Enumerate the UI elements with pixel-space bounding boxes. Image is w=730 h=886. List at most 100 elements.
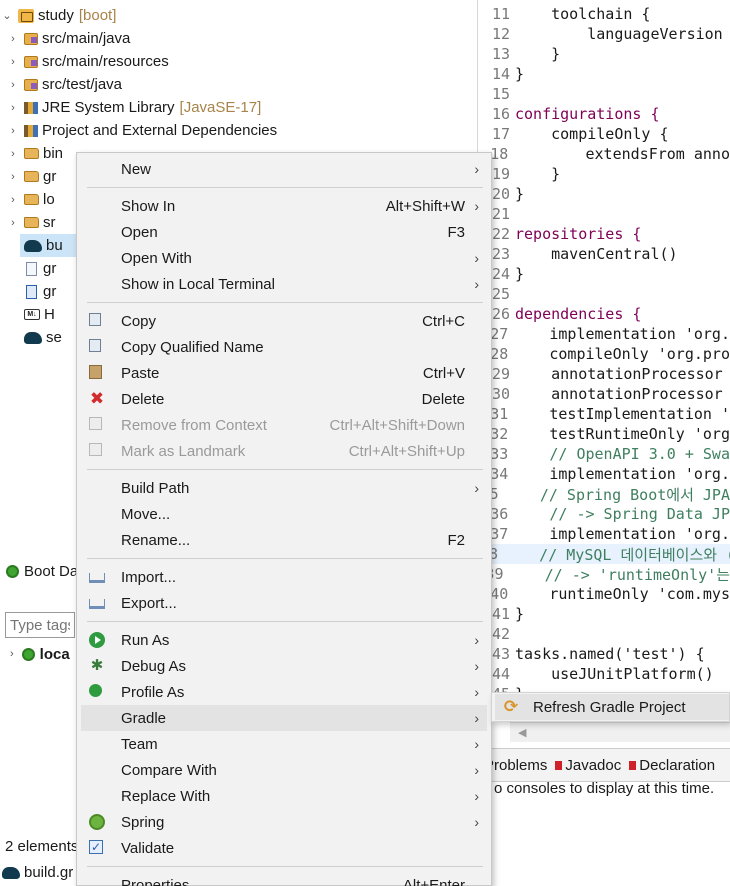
code-text: tasks.named('test') {: [515, 645, 705, 663]
menu-item-delete[interactable]: ✖ Delete Delete: [81, 386, 487, 412]
tree-item-build-gradle[interactable]: bu: [20, 234, 80, 257]
menu-item-replace-with[interactable]: Replace With ›: [81, 783, 487, 809]
menu-item-gradle[interactable]: Gradle ›: [81, 705, 487, 731]
code-line[interactable]: 24}: [480, 264, 730, 284]
code-line[interactable]: 32 testRuntimeOnly 'org: [480, 424, 730, 444]
code-line[interactable]: 18 extendsFrom anno: [480, 144, 730, 164]
code-line[interactable]: 15: [480, 84, 730, 104]
code-line[interactable]: 43 tasks.named('test') {: [480, 644, 730, 664]
code-line[interactable]: 20}: [480, 184, 730, 204]
tree-item-src[interactable]: › sr: [6, 211, 55, 234]
code-line[interactable]: 25: [480, 284, 730, 304]
chevron-right-icon[interactable]: ›: [6, 56, 20, 68]
tree-item-bin[interactable]: › bin: [6, 142, 63, 165]
menu-item-label: Build Path: [121, 479, 190, 497]
code-line[interactable]: 36 // -> Spring Data JP: [480, 504, 730, 524]
code-line[interactable]: 16 configurations {: [480, 104, 730, 124]
code-line[interactable]: 30 annotationProcessor: [480, 384, 730, 404]
menu-item-copy[interactable]: Copy Ctrl+C: [81, 308, 487, 334]
menu-item-compare-with[interactable]: Compare With ›: [81, 757, 487, 783]
code-line[interactable]: 37 implementation 'org.: [480, 524, 730, 544]
chevron-right-icon[interactable]: ›: [6, 194, 20, 206]
code-line[interactable]: 22 repositories {: [480, 224, 730, 244]
menu-item-copy-qualified-name[interactable]: Copy Qualified Name: [81, 334, 487, 360]
tree-item-gradle[interactable]: › gr: [6, 165, 56, 188]
chevron-right-icon[interactable]: ›: [6, 125, 20, 137]
menu-item-refresh-gradle-project[interactable]: ⟳ Refresh Gradle Project: [495, 694, 729, 720]
tree-item-src-main-resources[interactable]: › src/main/resources: [6, 50, 169, 73]
chevron-right-icon[interactable]: ›: [6, 33, 20, 45]
code-line[interactable]: 42: [480, 624, 730, 644]
chevron-right-icon[interactable]: ›: [6, 148, 20, 160]
tab-javadoc[interactable]: Javadoc: [555, 757, 621, 774]
tree-item-gradlew-bat[interactable]: gr: [20, 280, 56, 303]
tree-item-src-test-java[interactable]: › src/test/java: [6, 73, 122, 96]
boot-dashboard-local-node[interactable]: › loca: [10, 642, 70, 666]
code-line[interactable]: 34 implementation 'org.: [480, 464, 730, 484]
menu-item-properties[interactable]: Properties Alt+Enter: [81, 872, 487, 886]
code-line[interactable]: 35 // Spring Boot에서 JPA: [480, 484, 730, 504]
code-line[interactable]: 19 }: [480, 164, 730, 184]
tab-declaration[interactable]: Declaration: [629, 757, 715, 774]
menu-item-debug-as[interactable]: ✱ Debug As ›: [81, 653, 487, 679]
code-line[interactable]: 33 // OpenAPI 3.0 + Swa: [480, 444, 730, 464]
code-line[interactable]: 40 runtimeOnly 'com.mys: [480, 584, 730, 604]
tree-item-help[interactable]: M↓ H: [20, 303, 55, 326]
tab-problems[interactable]: Problems: [484, 757, 547, 774]
spring-boot-icon: [21, 647, 35, 661]
code-line[interactable]: 13 }: [480, 44, 730, 64]
chevron-right-icon[interactable]: ›: [6, 171, 20, 183]
code-line[interactable]: 38 // MySQL 데이터베이스와 (: [480, 544, 730, 564]
code-line[interactable]: 14}: [480, 64, 730, 84]
submenu-arrow-icon: ›: [474, 480, 479, 496]
chevron-right-icon[interactable]: ›: [10, 648, 14, 660]
chevron-right-icon[interactable]: ›: [6, 102, 20, 114]
code-line[interactable]: 11 toolchain {: [480, 4, 730, 24]
menu-item-export[interactable]: Export...: [81, 590, 487, 616]
code-line[interactable]: 39 // -> 'runtimeOnly'는: [480, 564, 730, 584]
tree-item-jre-library[interactable]: › JRE System Library [JavaSE-17]: [6, 96, 261, 119]
menu-item-paste[interactable]: Paste Ctrl+V: [81, 360, 487, 386]
menu-item-build-path[interactable]: Build Path ›: [81, 475, 487, 501]
code-line[interactable]: 27 implementation 'org.: [480, 324, 730, 344]
menu-item-import[interactable]: Import...: [81, 564, 487, 590]
chevron-down-icon[interactable]: ⌄: [0, 9, 14, 22]
tree-item-gradlew[interactable]: gr: [20, 257, 56, 280]
code-line[interactable]: 44 useJUnitPlatform(): [480, 664, 730, 684]
code-editor[interactable]: 11 toolchain {12 languageVersion 13 } 14} 1…: [480, 0, 730, 744]
code-text: annotationProcessor: [515, 385, 723, 403]
code-line[interactable]: 28 compileOnly 'org.pro: [480, 344, 730, 364]
menu-item-show-in-local-terminal[interactable]: Show in Local Terminal ›: [81, 271, 487, 297]
menu-item-open[interactable]: Open F3: [81, 219, 487, 245]
menu-item-team[interactable]: Team ›: [81, 731, 487, 757]
code-line[interactable]: 23 mavenCentral(): [480, 244, 730, 264]
chevron-right-icon[interactable]: ›: [6, 217, 20, 229]
menu-item-move[interactable]: Move...: [81, 501, 487, 527]
editor-horizontal-scrollbar[interactable]: ◀: [510, 722, 730, 742]
menu-item-open-with[interactable]: Open With ›: [81, 245, 487, 271]
code-line[interactable]: 17 compileOnly {: [480, 124, 730, 144]
code-line[interactable]: 41}: [480, 604, 730, 624]
scroll-left-icon[interactable]: ◀: [518, 726, 526, 739]
tree-item-local[interactable]: › lo: [6, 188, 55, 211]
menu-item-show-in[interactable]: Show In Alt+Shift+W ›: [81, 193, 487, 219]
tree-item-src-main-java[interactable]: › src/main/java: [6, 27, 130, 50]
menu-item-profile-as[interactable]: Profile As ›: [81, 679, 487, 705]
code-line[interactable]: 29 annotationProcessor: [480, 364, 730, 384]
chevron-right-icon[interactable]: ›: [6, 79, 20, 91]
boot-dashboard-tab[interactable]: Boot Da: [0, 557, 78, 585]
code-line[interactable]: 31 testImplementation ': [480, 404, 730, 424]
code-line[interactable]: 12 languageVersion: [480, 24, 730, 44]
code-text: compileOnly {: [515, 125, 669, 143]
menu-item-new[interactable]: New ›: [81, 156, 487, 182]
tag-filter-input[interactable]: [5, 612, 75, 638]
menu-item-run-as[interactable]: Run As ›: [81, 627, 487, 653]
menu-item-spring[interactable]: Spring ›: [81, 809, 487, 835]
tree-item-settings-gradle[interactable]: se: [20, 326, 62, 349]
code-line[interactable]: 21: [480, 204, 730, 224]
menu-item-rename[interactable]: Rename... F2: [81, 527, 487, 553]
menu-item-validate[interactable]: ✓ Validate: [81, 835, 487, 861]
tree-project-study[interactable]: ⌄ study [boot]: [0, 4, 116, 27]
tree-item-dependencies[interactable]: › Project and External Dependencies: [6, 119, 277, 142]
code-line[interactable]: 26 dependencies {: [480, 304, 730, 324]
